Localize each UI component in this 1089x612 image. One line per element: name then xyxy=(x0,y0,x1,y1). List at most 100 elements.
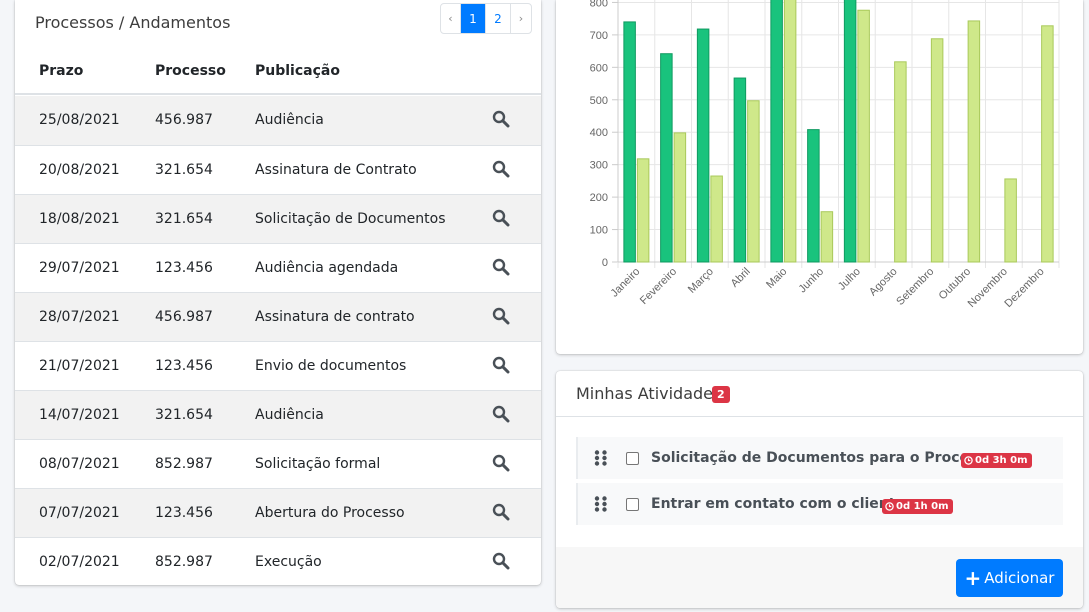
bar xyxy=(636,158,650,263)
search-icon[interactable] xyxy=(492,503,510,521)
bar xyxy=(967,20,981,263)
y-tick-label: 800 xyxy=(590,0,608,9)
search-icon[interactable] xyxy=(492,110,510,128)
drag-handle-icon[interactable] xyxy=(594,496,608,512)
search-icon[interactable] xyxy=(492,356,510,374)
bar xyxy=(820,211,834,263)
cell-prazo: 28/07/2021 xyxy=(39,309,120,325)
y-tick-label: 200 xyxy=(590,192,608,204)
cell-prazo: 18/08/2021 xyxy=(39,211,120,227)
todo-item: Entrar em contato com o cliente 0d 1h 0m xyxy=(576,483,1063,525)
cell-publicacao: Abertura do Processo xyxy=(255,505,405,521)
search-icon[interactable] xyxy=(492,209,510,227)
bar xyxy=(623,21,636,263)
x-tick-label: Março xyxy=(686,266,716,296)
table-row: 25/08/2021 456.987 Audiência xyxy=(15,96,541,145)
pagination: ‹ 1 2 › xyxy=(440,3,532,34)
todo-checkbox[interactable] xyxy=(626,452,639,465)
cell-prazo: 02/07/2021 xyxy=(39,554,120,570)
cell-publicacao: Execução xyxy=(255,554,322,570)
cell-processo: 456.987 xyxy=(155,112,213,128)
atividades-footer: + Adicionar xyxy=(556,547,1083,608)
table-row: 07/07/2021 123.456 Abertura do Processo xyxy=(15,488,541,537)
cell-publicacao: Assinatura de Contrato xyxy=(255,162,417,178)
plus-icon: + xyxy=(964,566,982,590)
time-badge-label: 0d 1h 0m xyxy=(896,501,949,512)
table-row: 28/07/2021 456.987 Assinatura de contrato xyxy=(15,292,541,341)
time-badge-label: 0d 3h 0m xyxy=(975,455,1028,466)
x-tick-label: Maio xyxy=(764,266,789,291)
bar xyxy=(807,129,820,263)
table-row: 18/08/2021 321.654 Solicitação de Document… xyxy=(15,194,541,243)
bar xyxy=(1041,25,1054,263)
table-row: 20/08/2021 321.654 Assinatura de Contrato xyxy=(15,145,541,194)
cell-processo: 321.654 xyxy=(155,211,213,227)
cell-processo: 456.987 xyxy=(155,309,213,325)
search-icon[interactable] xyxy=(492,454,510,472)
cell-publicacao: Audiência agendada xyxy=(255,260,399,276)
bar xyxy=(783,0,797,263)
clock-icon xyxy=(885,502,894,511)
cell-publicacao: Solicitação formal xyxy=(255,456,381,472)
x-tick-label: Agosto xyxy=(867,266,900,299)
add-button[interactable]: + Adicionar xyxy=(956,559,1063,597)
x-tick-label: Setembro xyxy=(894,266,936,308)
bar xyxy=(673,132,687,263)
cell-processo: 321.654 xyxy=(155,162,213,178)
bar xyxy=(660,53,673,263)
bar xyxy=(710,175,723,263)
todo-checkbox[interactable] xyxy=(626,498,639,511)
time-badge: 0d 1h 0m xyxy=(882,499,953,514)
todo-text: Solicitação de Documentos para o Process… xyxy=(651,450,996,466)
cell-publicacao: Assinatura de contrato xyxy=(255,309,415,325)
column-header-processo: Processo xyxy=(155,63,226,79)
cell-publicacao: Audiência xyxy=(255,112,324,128)
search-icon[interactable] xyxy=(492,405,510,423)
column-header-publicacao: Publicação xyxy=(255,63,340,79)
bar xyxy=(843,0,857,263)
chart-card: 0 100 200 300 400 500 600 700 800 Janeiro Fevereir… xyxy=(556,0,1083,354)
atividades-count-badge: 2 xyxy=(712,386,730,403)
cell-prazo: 21/07/2021 xyxy=(39,358,120,374)
y-tick-label: 400 xyxy=(590,127,608,139)
table-row: 21/07/2021 123.456 Envio de documentos xyxy=(15,341,541,390)
cell-publicacao: Solicitação de Documentos xyxy=(255,211,446,227)
table-row: 02/07/2021 852.987 Execução xyxy=(15,537,541,586)
table-header: Prazo Processo Publicação xyxy=(15,46,541,95)
drag-handle-icon[interactable] xyxy=(594,450,608,466)
bar xyxy=(894,61,907,263)
pagination-next[interactable]: › xyxy=(511,4,531,33)
time-badge: 0d 3h 0m xyxy=(961,453,1032,468)
cell-prazo: 07/07/2021 xyxy=(39,505,120,521)
bar xyxy=(857,9,870,263)
x-tick-label: Janeiro xyxy=(608,266,642,300)
cell-processo: 852.987 xyxy=(155,554,213,570)
cell-processo: 123.456 xyxy=(155,260,213,276)
cell-processo: 123.456 xyxy=(155,358,213,374)
x-tick-label: Fevereiro xyxy=(638,266,679,307)
pagination-page-2[interactable]: 2 xyxy=(486,4,511,33)
todo-text: Entrar em contato com o cliente xyxy=(651,496,905,512)
search-icon[interactable] xyxy=(492,552,510,570)
pagination-page-1[interactable]: 1 xyxy=(461,4,486,33)
cell-prazo: 20/08/2021 xyxy=(39,162,120,178)
y-tick-label: 600 xyxy=(590,62,608,74)
cell-prazo: 25/08/2021 xyxy=(39,112,120,128)
cell-processo: 852.987 xyxy=(155,456,213,472)
search-icon[interactable] xyxy=(492,160,510,178)
search-icon[interactable] xyxy=(492,258,510,276)
pagination-prev[interactable]: ‹ xyxy=(441,4,461,33)
processos-title: Processos / Andamentos xyxy=(35,13,231,32)
x-tick-label: Abril xyxy=(729,266,753,290)
x-tick-label: Outubro xyxy=(937,266,974,303)
bar xyxy=(1004,178,1017,263)
bar xyxy=(696,28,710,263)
y-tick-label: 100 xyxy=(590,225,608,237)
bar xyxy=(747,100,760,263)
bar xyxy=(770,0,783,263)
search-icon[interactable] xyxy=(492,307,510,325)
y-tick-label: 300 xyxy=(590,160,608,172)
y-tick-label: 0 xyxy=(602,257,608,269)
cell-processo: 321.654 xyxy=(155,407,213,423)
bar xyxy=(733,77,747,263)
